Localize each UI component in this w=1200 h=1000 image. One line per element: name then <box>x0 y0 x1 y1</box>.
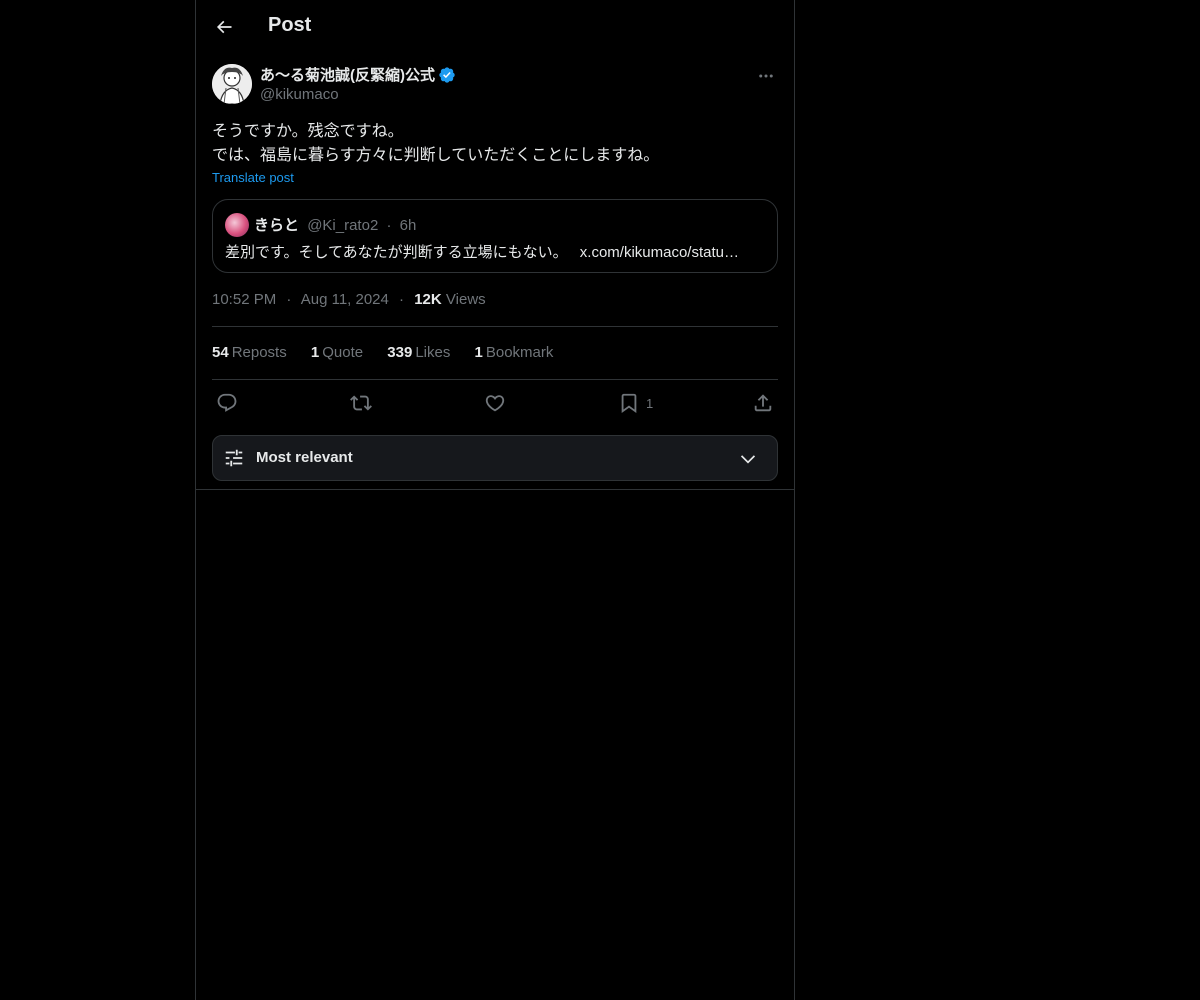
repost-icon <box>350 395 372 411</box>
bookmark-icon <box>621 393 637 414</box>
more-icon <box>759 74 773 78</box>
translate-post-link[interactable]: Translate post <box>212 170 294 185</box>
views-label: Views <box>445 291 486 308</box>
divider <box>212 379 778 380</box>
quote-text-content: 差別です。そしてあなたが判断する立場にもない。 <box>225 244 568 261</box>
author-name-text: あ〜る菊池誠(反緊縮)公式 <box>260 67 435 84</box>
reposts-count: 54 <box>212 344 229 361</box>
post-text: そうですか。残念ですね。 では、福島に暮らす方々に判断していただくことにしますね… <box>212 120 778 168</box>
share-button[interactable] <box>752 390 774 416</box>
author-handle[interactable]: @kikumaco <box>260 86 339 103</box>
divider <box>212 326 778 327</box>
bookmark-button[interactable]: 1 <box>618 390 653 416</box>
author-name[interactable]: あ〜る菊池誠(反緊縮)公式 <box>260 64 456 85</box>
verified-badge-icon <box>439 66 455 83</box>
reply-icon <box>217 393 237 412</box>
heart-icon <box>485 395 505 412</box>
quoted-post[interactable]: きらと @Ki_rato2 · 6h 差別です。そしてあなたが判断する立場にもな… <box>212 199 778 273</box>
sort-label: Most relevant <box>256 449 353 466</box>
quotes-stat[interactable]: 1 Quote <box>311 344 363 361</box>
post-time[interactable]: 10:52 PM <box>212 291 276 308</box>
separator-dot: · <box>399 291 405 308</box>
quote-author-handle: @Ki_rato2 <box>307 217 379 234</box>
avatar[interactable] <box>212 64 252 104</box>
bookmarks-label: Bookmark <box>485 344 554 361</box>
post-actions: 1 <box>212 390 778 418</box>
sliders-icon <box>225 449 243 467</box>
quote-text: 差別です。そしてあなたが判断する立場にもない。 x.com/kikumaco/s… <box>225 241 765 262</box>
separator-dot: · <box>386 217 392 234</box>
post-text-line: では、福島に暮らす方々に判断していただくことにしますね。 <box>212 147 660 164</box>
post-stats: 54 Reposts 1 Quote 339 Likes 1 Bookmark <box>212 344 573 361</box>
header: Post <box>196 0 794 54</box>
reposts-stat[interactable]: 54 Reposts <box>212 344 287 361</box>
post-meta: 10:52 PM · Aug 11, 2024 · 12K Views <box>212 291 486 308</box>
likes-stat[interactable]: 339 Likes <box>387 344 450 361</box>
post-text-line: そうですか。残念ですね。 <box>212 123 404 140</box>
views-count: 12K <box>414 291 442 308</box>
replies-sort-dropdown[interactable]: Most relevant <box>212 435 778 481</box>
likes-label: Likes <box>415 344 451 361</box>
quote-header: きらと @Ki_rato2 · 6h <box>254 214 416 235</box>
quotes-label: Quote <box>322 344 364 361</box>
separator-dot: · <box>286 291 292 308</box>
share-icon <box>754 394 772 412</box>
quote-avatar <box>225 213 249 237</box>
back-button[interactable] <box>208 11 240 43</box>
quotes-count: 1 <box>310 344 320 361</box>
repost-button[interactable] <box>350 390 372 416</box>
post-date[interactable]: Aug 11, 2024 <box>301 291 389 308</box>
bookmark-count: 1 <box>646 395 654 411</box>
more-options-button[interactable] <box>754 64 778 88</box>
quote-link[interactable]: x.com/kikumaco/statu… <box>580 244 739 261</box>
page-title: Post <box>268 14 312 36</box>
main-column: Post あ〜る菊池誠(反緊縮)公式 @kikumaco そうですか。残念ですね… <box>195 0 795 1000</box>
quote-author-name: きらと <box>254 217 300 234</box>
bookmarks-stat[interactable]: 1 Bookmark <box>475 344 554 361</box>
chevron-down-icon <box>740 455 756 464</box>
bookmarks-count: 1 <box>474 344 483 361</box>
quote-time: 6h <box>399 217 417 234</box>
reposts-label: Reposts <box>231 344 287 361</box>
reply-button[interactable] <box>216 390 238 416</box>
like-button[interactable] <box>484 390 506 416</box>
likes-count: 339 <box>387 344 413 361</box>
arrow-left-icon <box>216 20 232 34</box>
divider <box>196 489 794 490</box>
